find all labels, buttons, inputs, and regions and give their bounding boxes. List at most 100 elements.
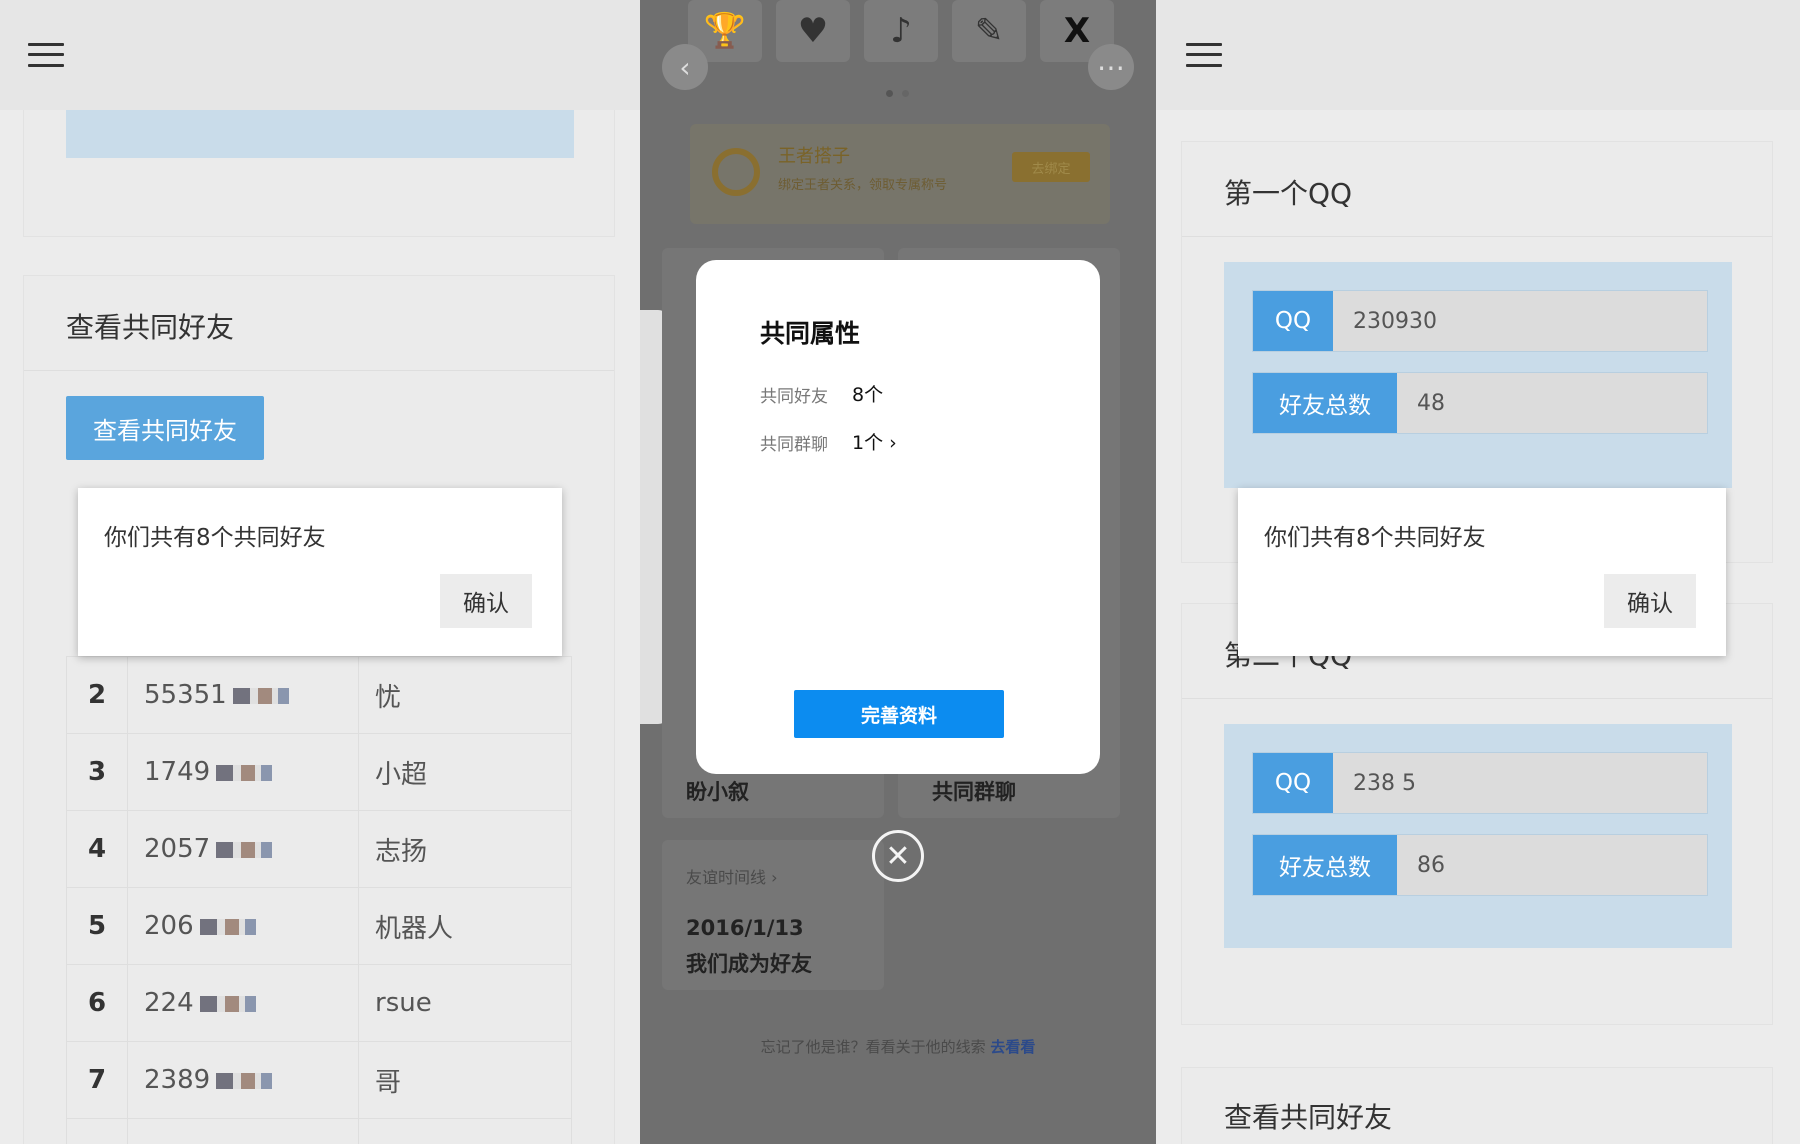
- timeline-label: 友谊时间线 ›: [686, 868, 778, 887]
- first-qq-field[interactable]: QQ 230930: [1252, 290, 1708, 352]
- modal-title: 共同属性: [760, 319, 861, 348]
- table-row[interactable]: 2 55351 忧: [66, 656, 572, 734]
- divider: [24, 370, 614, 371]
- table-row[interactable]: 5 206 机器人: [66, 887, 572, 965]
- row-index: 3: [66, 733, 128, 811]
- divider: [1182, 236, 1772, 237]
- first-total-field[interactable]: 好友总数 48: [1252, 372, 1708, 434]
- row-name: 哥: [358, 1041, 572, 1119]
- top-bar: [0, 0, 640, 110]
- redacted-mark: [199, 995, 256, 1012]
- back-icon[interactable]: ‹: [662, 44, 708, 90]
- row-name: 小超: [358, 733, 572, 811]
- second-total-value: 86: [1417, 852, 1445, 878]
- row-index: 5: [66, 887, 128, 965]
- top-bar: [1156, 0, 1800, 110]
- common-attributes-modal: 共同属性 共同好友 8个 共同群聊 1个 › 完善资料: [696, 260, 1100, 774]
- common-groups-value[interactable]: 1个 ›: [852, 428, 897, 455]
- qq-tag: QQ: [1253, 753, 1333, 813]
- table-row[interactable]: 83241玲: [66, 1118, 572, 1144]
- alert-message: 你们共有8个共同好友: [1264, 525, 1486, 551]
- row-name: 志扬: [358, 810, 572, 888]
- bottom-title: 查看共同好友: [1224, 1101, 1393, 1134]
- alert-dialog: 你们共有8个共同好友 确认: [1238, 488, 1726, 656]
- common-friends-value: 8个: [852, 384, 884, 406]
- redacted-mark: [216, 1072, 273, 1089]
- redacted-mark: [216, 764, 273, 781]
- row-name: rsue: [358, 964, 572, 1042]
- footer-hint: 忘记了他是谁？看看关于他的线索 去看看: [640, 1036, 1156, 1057]
- row-qq: 2057: [127, 810, 359, 888]
- bottom-card: 查看共同好友: [1182, 1068, 1772, 1144]
- row-name: 忧: [358, 656, 572, 734]
- table-row[interactable]: 6 224 rsue: [66, 964, 572, 1042]
- timeline-date: 2016/1/13: [686, 916, 804, 940]
- row-qq: 3241: [127, 1118, 359, 1144]
- redacted-mark: [199, 918, 256, 935]
- redacted-mark: [232, 687, 289, 704]
- redacted-mark: [216, 841, 273, 858]
- row-qq: 1749: [127, 733, 359, 811]
- carousel-dots: [886, 90, 916, 98]
- banner-subtitle: 绑定王者关系，领取专属称号: [778, 178, 948, 193]
- row-qq: 206: [127, 887, 359, 965]
- right-panel: 第一个QQ QQ 230930 好友总数 48 第二个QQ QQ 238 5 好…: [1156, 0, 1800, 1144]
- row-index: 2: [66, 656, 128, 734]
- table-row[interactable]: 4 2057 志扬: [66, 810, 572, 888]
- close-icon[interactable]: ✕: [872, 830, 924, 882]
- footer-link[interactable]: 去看看: [990, 1038, 1035, 1056]
- second-qq-form: QQ 238 5 好友总数 86: [1224, 724, 1732, 948]
- heart-icon[interactable]: ♥: [776, 0, 850, 62]
- second-qq-field[interactable]: QQ 238 5: [1252, 752, 1708, 814]
- friends-table: 2 55351 忧 3 1749 小超 4 2057 志扬 5 206 机器人 6 224 rsue 7 238…: [66, 656, 572, 1144]
- total-tag: 好友总数: [1253, 835, 1397, 895]
- game-logo-icon: [712, 148, 760, 196]
- second-qq-value: 238 5: [1353, 770, 1416, 796]
- divider: [1182, 698, 1772, 699]
- badge-icon-row: 🏆 ♥ ♪ ✎ X: [688, 0, 1128, 66]
- middle-panel: 🏆 ♥ ♪ ✎ X ‹ ⋯ 王者搭子 绑定王者关系，领取专属称号 去绑定 盼小叙…: [640, 0, 1156, 1144]
- row-qq: 55351: [127, 656, 359, 734]
- table-row[interactable]: 7 2389 哥: [66, 1041, 572, 1119]
- complete-profile-button[interactable]: 完善资料: [794, 690, 1004, 738]
- left-panel: 查看共同好友 查看共同好友 2 55351 忧 3 1749 小超 4 2057 志扬 5 206 机…: [0, 0, 640, 1144]
- row-index: 7: [66, 1041, 128, 1119]
- confirm-button[interactable]: 确认: [1604, 574, 1696, 628]
- alert-dialog: 你们共有8个共同好友 确认: [78, 488, 562, 656]
- promo-banner[interactable]: 王者搭子 绑定王者关系，领取专属称号 去绑定: [690, 124, 1110, 224]
- guitar-icon[interactable]: ♪: [864, 0, 938, 62]
- second-total-field[interactable]: 好友总数 86: [1252, 834, 1708, 896]
- row-name: 机器人: [358, 887, 572, 965]
- row-qq: 2389: [127, 1041, 359, 1119]
- footer-text: 忘记了他是谁？看看关于他的线索: [760, 1038, 986, 1056]
- common-friends-label: 共同好友: [760, 387, 828, 407]
- ice-cream-icon[interactable]: ✎: [952, 0, 1026, 62]
- first-qq-form: QQ 230930 好友总数 48: [1224, 262, 1732, 488]
- row-index: 6: [66, 964, 128, 1042]
- section-title: 查看共同好友: [66, 311, 235, 344]
- banner-button[interactable]: 去绑定: [1012, 152, 1090, 182]
- menu-icon[interactable]: [1186, 40, 1222, 68]
- top-card-bar: [66, 110, 574, 158]
- alert-message: 你们共有8个共同好友: [104, 525, 326, 551]
- common-groups-text: 共同群聊: [932, 780, 1016, 804]
- row-index: 4: [66, 810, 128, 888]
- menu-icon[interactable]: [28, 40, 64, 68]
- view-common-friends-button[interactable]: 查看共同好友: [66, 396, 264, 460]
- timeline-card[interactable]: 友谊时间线 › 2016/1/13 我们成为好友: [662, 840, 884, 990]
- row-qq: 224: [127, 964, 359, 1042]
- more-icon[interactable]: ⋯: [1088, 44, 1134, 90]
- first-total-value: 48: [1417, 390, 1445, 416]
- common-groups-label: 共同群聊: [760, 435, 828, 455]
- total-tag: 好友总数: [1253, 373, 1397, 433]
- first-qq-title: 第一个QQ: [1224, 177, 1353, 210]
- banner-title: 王者搭子: [778, 146, 850, 167]
- row-name: 玲: [358, 1118, 572, 1144]
- qq-tag: QQ: [1253, 291, 1333, 351]
- table-row[interactable]: 3 1749 小超: [66, 733, 572, 811]
- friend-name: 盼小叙: [686, 780, 749, 804]
- confirm-button[interactable]: 确认: [440, 574, 532, 628]
- top-card: [24, 100, 614, 236]
- timeline-became: 我们成为好友: [686, 952, 812, 976]
- first-qq-value: 230930: [1353, 308, 1437, 334]
